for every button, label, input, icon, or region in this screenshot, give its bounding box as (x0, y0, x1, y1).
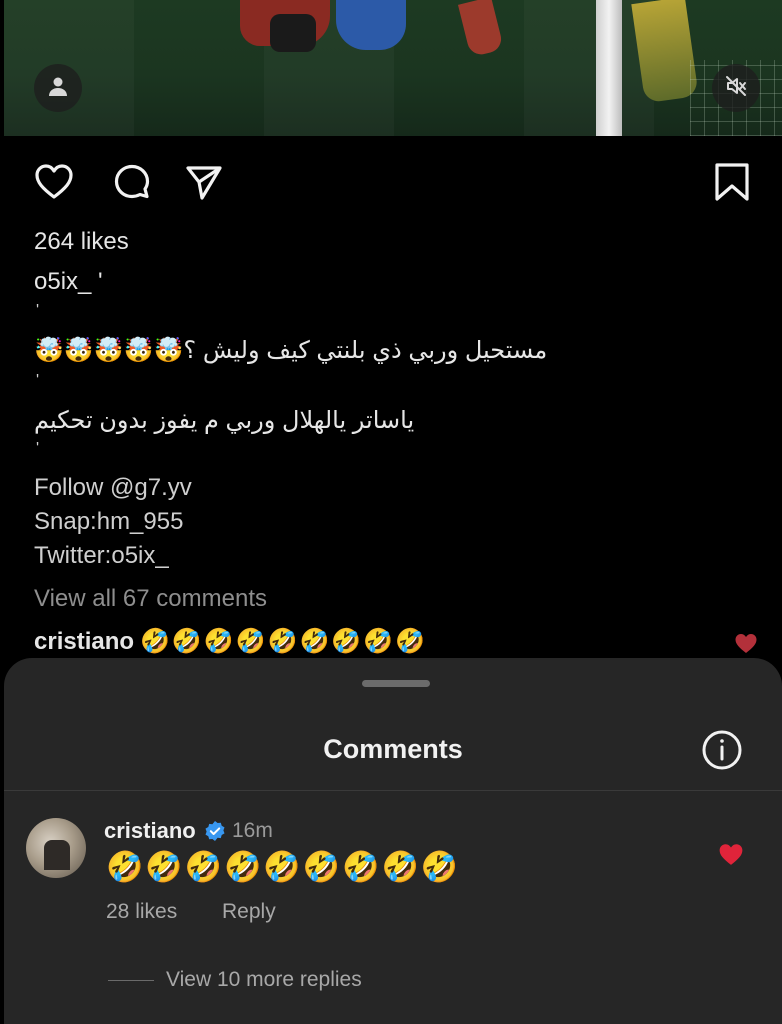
heart-filled-icon[interactable] (734, 632, 758, 659)
avatar[interactable] (26, 818, 86, 878)
speaker-muted-icon (724, 74, 748, 103)
post-actions (30, 158, 756, 206)
comment-time: 16m (232, 819, 273, 842)
caption-separator: ' (36, 302, 40, 319)
goal-post (596, 0, 622, 136)
verified-badge-icon (204, 820, 226, 847)
reply-button[interactable]: Reply (222, 900, 276, 924)
player-figure (457, 0, 505, 58)
caption-username[interactable]: o5ix_ ' (34, 268, 103, 296)
comment-item: cristiano 16m 🤣🤣🤣🤣🤣🤣🤣🤣🤣 28 likes Reply V… (4, 808, 782, 1008)
view-all-comments-link[interactable]: View all 67 comments (34, 585, 267, 613)
sheet-title: Comments (323, 734, 463, 764)
comment-preview-user[interactable]: cristiano (34, 628, 134, 655)
person-icon (47, 75, 69, 102)
mute-button[interactable] (712, 64, 760, 112)
heart-outline-icon[interactable] (30, 158, 78, 206)
heart-filled-icon[interactable] (718, 842, 744, 871)
comments-sheet: Comments cristiano 16m 🤣🤣🤣🤣🤣🤣🤣🤣🤣 28 like… (4, 658, 782, 1024)
comment-text: 🤣🤣🤣🤣🤣🤣🤣🤣🤣 (106, 851, 461, 884)
replies-line (108, 980, 154, 981)
tagged-users-button[interactable] (34, 64, 82, 112)
caption-snap: Snap:hm_955 (34, 508, 184, 535)
post-video[interactable] (4, 0, 782, 136)
view-more-replies-link[interactable]: View 10 more replies (166, 968, 362, 992)
comment-preview[interactable]: cristiano 🤣🤣🤣🤣🤣🤣🤣🤣🤣 (34, 627, 427, 656)
paper-plane-icon[interactable] (180, 158, 228, 206)
bookmark-icon[interactable] (708, 158, 756, 206)
caption-separator: ' (36, 440, 40, 457)
comment-preview-text: 🤣🤣🤣🤣🤣🤣🤣🤣🤣 (140, 628, 427, 655)
caption-follow: Follow @g7.yv (34, 474, 192, 501)
caption-separator: ' (36, 372, 40, 389)
player-figure (336, 0, 406, 50)
caption-twitter: Twitter:o5ix_ (34, 542, 169, 569)
comment-bubble-icon[interactable] (108, 158, 156, 206)
likes-count[interactable]: 264 likes (34, 228, 129, 256)
caption-line: ياساتر يالهلال وربي م يفوز بدون تحكيم (34, 407, 415, 434)
player-figure (270, 14, 316, 52)
comment-username[interactable]: cristiano (104, 818, 196, 844)
caption-line: مستحيل وربي ذي بلنتي كيف وليش ؟🤯🤯🤯🤯🤯 (34, 337, 548, 364)
sheet-drag-handle[interactable] (362, 680, 430, 687)
divider (4, 790, 782, 791)
info-icon[interactable] (700, 728, 744, 772)
comment-likes[interactable]: 28 likes (106, 900, 177, 924)
